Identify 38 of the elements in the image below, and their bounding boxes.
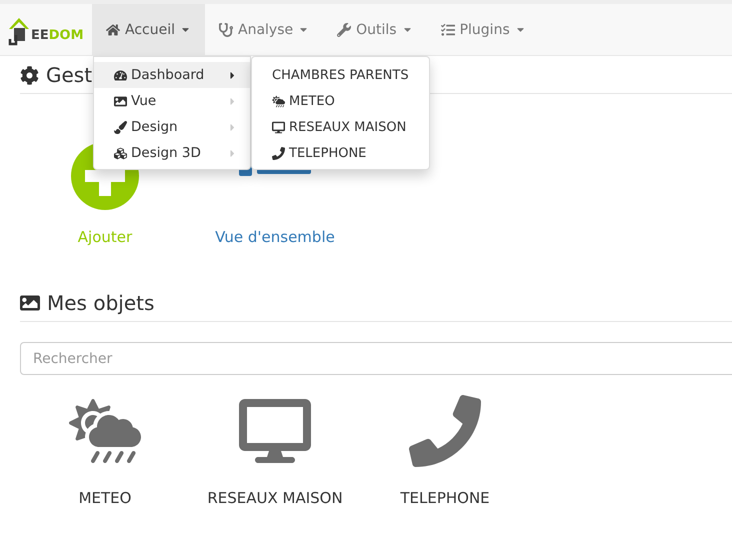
gear-icon [20,66,39,84]
search-field[interactable]: Rechercher [20,342,732,375]
submenu-item[interactable]: CHAMBRES PARENTS [252,62,429,88]
section-title: Mes objets [47,291,154,315]
computer-icon [272,120,285,134]
object-label: RESEAUX MAISON [207,489,343,507]
nav-tab[interactable]: Accueil [92,4,205,55]
object-label: METEO [78,489,132,507]
cloud-sun-icon [272,94,285,108]
action-label: Vue d'ensemble [215,228,335,246]
gauge-icon [114,68,127,82]
wrench-icon [337,22,352,36]
object-label: TELEPHONE [400,489,490,507]
phone-icon [272,146,285,160]
menu-item[interactable]: Design 3D [94,140,250,166]
menu-item[interactable]: Vue [94,88,250,114]
stethoscope-icon [219,22,233,36]
object-tile[interactable]: RESEAUX MAISON [190,395,360,507]
submenu-item[interactable]: TELEPHONE [252,140,429,166]
menu-item[interactable]: Dashboard [94,62,250,88]
image-icon [20,293,40,313]
nav-tab[interactable]: Analyse [205,4,324,55]
home-icon [106,22,120,36]
nav-tab[interactable]: Plugins [426,4,540,55]
section-title: Gest [46,63,92,87]
image-icon [114,94,127,108]
checklist-icon [440,22,455,36]
phone-icon [409,395,481,467]
action-label: Ajouter [78,228,132,246]
object-tile[interactable]: METEO [20,395,190,507]
object-tile[interactable]: TELEPHONE [360,395,530,507]
brush-icon [114,120,127,134]
submenu-item[interactable]: METEO [252,88,429,114]
nav-tab[interactable]: Outils [323,4,427,55]
menu-item[interactable]: Design [94,114,250,140]
submenu-item[interactable]: RESEAUX MAISON [252,114,429,140]
logo-text: EEDOM [31,28,84,43]
cubes-icon [114,146,127,160]
